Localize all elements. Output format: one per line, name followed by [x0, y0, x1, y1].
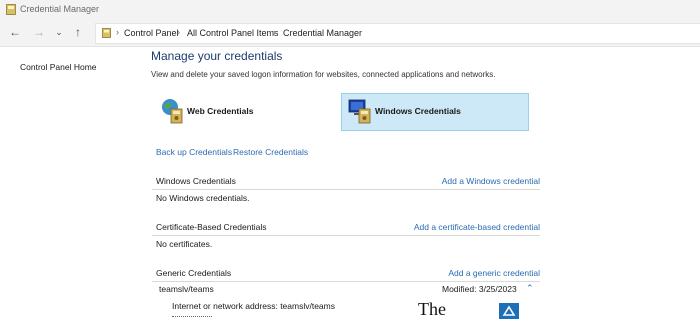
watermark-text: The [418, 299, 446, 319]
windows-credentials-label: Windows Credentials [375, 106, 461, 116]
restore-credentials-link[interactable]: Restore Credentials [233, 147, 308, 157]
back-up-credentials-link[interactable]: Back up Credentials [156, 147, 232, 157]
windows-credentials-section-header: Windows Credentials Add a Windows creden… [152, 172, 540, 190]
control-panel-icon [102, 28, 111, 38]
certificate-credentials-section-title: Certificate-Based Credentials [156, 222, 267, 232]
add-generic-credential-link[interactable]: Add a generic credential [448, 268, 540, 278]
web-credentials-label: Web Credentials [187, 106, 254, 116]
title-bar: Credential Manager [0, 0, 700, 20]
breadcrumb-credential-manager[interactable]: Credential Manager [283, 28, 362, 38]
breadcrumb-separator-icon: › [116, 27, 119, 37]
windows-credentials-tile[interactable]: Windows Credentials [341, 93, 529, 131]
breadcrumb-control-panel[interactable]: Control Panel [124, 28, 179, 38]
generic-credential-row[interactable]: teamslv/teams Modified: 3/25/2023 ⌃ [152, 282, 540, 296]
add-certificate-credential-link[interactable]: Add a certificate-based credential [414, 222, 540, 232]
credential-detail-cutoff [172, 313, 212, 321]
back-arrow-icon[interactable]: ← [8, 25, 22, 39]
navigation-bar: ← → ⌄ ↑ › Control Panel › All Control Pa… [0, 20, 700, 47]
address-bar[interactable]: › Control Panel › All Control Panel Item… [95, 23, 700, 44]
certificate-empty-text: No certificates. [156, 239, 213, 249]
breadcrumb-all-control-panel-items[interactable]: All Control Panel Items [187, 28, 279, 38]
windows-credentials-empty-text: No Windows credentials. [156, 193, 250, 203]
forward-arrow-icon[interactable]: → [32, 25, 46, 39]
recent-chevron-down-icon[interactable]: ⌄ [52, 25, 66, 39]
credential-modified-date: Modified: 3/25/2023 [442, 284, 517, 294]
breadcrumb-separator-icon: › [177, 27, 180, 37]
credential-name: teamslv/teams [159, 284, 214, 294]
generic-credentials-section-header: Generic Credentials Add a generic creden… [152, 264, 540, 282]
generic-credentials-section-title: Generic Credentials [156, 268, 232, 278]
credential-manager-icon [6, 4, 16, 15]
page-subtitle: View and delete your saved logon informa… [151, 70, 496, 79]
add-windows-credential-link[interactable]: Add a Windows credential [442, 176, 540, 186]
web-credentials-tile[interactable]: Web Credentials [154, 94, 344, 130]
collapse-chevron-up-icon[interactable]: ⌃ [526, 283, 534, 294]
certificate-credentials-section-header: Certificate-Based Credentials Add a cert… [152, 218, 540, 236]
window-title: Credential Manager [20, 4, 100, 14]
breadcrumb-separator-icon: › [273, 27, 276, 37]
web-credentials-icon [162, 99, 183, 124]
page-title: Manage your credentials [151, 49, 283, 63]
windows-credentials-section-title: Windows Credentials [156, 176, 236, 186]
watermark-logo-icon [499, 303, 519, 319]
credential-internet-address: Internet or network address: teamslv/tea… [172, 301, 335, 311]
control-panel-home-link[interactable]: Control Panel Home [20, 62, 97, 72]
windows-credentials-icon [348, 99, 371, 124]
up-arrow-icon[interactable]: ↑ [71, 25, 85, 39]
